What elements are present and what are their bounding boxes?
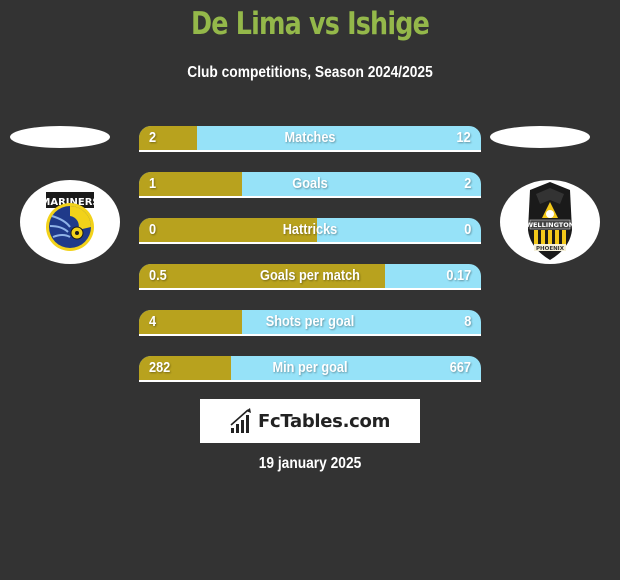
stat-row-goals-per-match: 0.5 Goals per match 0.17 — [139, 264, 481, 290]
left-value: 0 — [149, 221, 157, 238]
right-value: 0 — [463, 221, 471, 238]
right-team-logo[interactable]: WELLINGTON PHOENIX — [500, 180, 600, 264]
right-value: 0.17 — [446, 267, 471, 284]
left-team-logo[interactable]: MARINERS — [20, 180, 120, 264]
stat-label: Goals — [292, 175, 328, 192]
page-subtitle: Club competitions, Season 2024/2025 — [187, 64, 433, 81]
right-value: 667 — [449, 359, 471, 376]
stat-row-shots-per-goal: 4 Shots per goal 8 — [139, 310, 481, 336]
left-value: 1 — [149, 175, 157, 192]
stat-label: Hattricks — [282, 221, 338, 238]
left-player-placeholder — [10, 126, 110, 148]
wellington-phoenix-crest-icon: WELLINGTON PHOENIX — [526, 182, 574, 260]
bar-chart-icon — [230, 408, 251, 433]
brand-name: FcTables.com — [257, 410, 391, 432]
stat-row-min-per-goal: 282 Min per goal 667 — [139, 356, 481, 382]
fctables-brand-link[interactable]: FcTables.com — [200, 399, 420, 443]
stat-label: Goals per match — [260, 267, 360, 284]
stat-label: Matches — [284, 129, 336, 146]
left-value: 4 — [149, 313, 157, 330]
right-player-placeholder — [490, 126, 590, 148]
right-value: 2 — [463, 175, 471, 192]
stat-row-goals: 1 Goals 2 — [139, 172, 481, 198]
report-date: 19 january 2025 — [258, 455, 362, 472]
svg-text:WELLINGTON: WELLINGTON — [526, 221, 574, 229]
page-title: De Lima vs Ishige — [190, 6, 430, 42]
stat-label: Min per goal — [272, 359, 348, 376]
stat-row-hattricks: 0 Hattricks 0 — [139, 218, 481, 244]
stat-row-matches: 2 Matches 12 — [139, 126, 481, 152]
svg-text:PHOENIX: PHOENIX — [536, 246, 565, 252]
right-value: 12 — [456, 129, 471, 146]
central-coast-mariners-crest-icon: MARINERS — [40, 192, 100, 251]
right-value: 8 — [463, 313, 471, 330]
left-value: 2 — [149, 129, 157, 146]
stat-label: Shots per goal — [265, 313, 355, 330]
